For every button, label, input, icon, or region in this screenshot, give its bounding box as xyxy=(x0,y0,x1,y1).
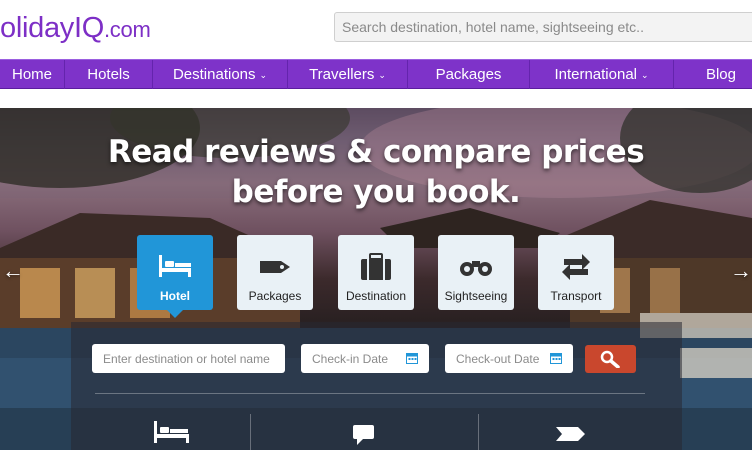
nav-label: Home xyxy=(11,66,52,83)
feature-divider xyxy=(478,414,479,450)
tab-label: Destination xyxy=(345,289,407,303)
headline-line-2: before you book. xyxy=(231,174,521,210)
tab-transport[interactable]: Transport xyxy=(538,235,614,310)
prev-arrow-icon[interactable]: ← xyxy=(2,258,24,284)
nav-item-hotels[interactable]: Hotels xyxy=(65,60,153,89)
tab-label: Transport xyxy=(550,289,602,303)
bed-icon xyxy=(159,255,191,277)
tab-label: Sightseeing xyxy=(444,289,508,303)
nav-label: Blog xyxy=(705,66,736,83)
hero-headline: Read reviews & compare prices before you… xyxy=(0,132,752,212)
calendar-icon[interactable] xyxy=(550,352,562,364)
binoculars-icon xyxy=(460,261,492,276)
nav-item-destinations[interactable]: Destinations ⌄ xyxy=(153,60,288,89)
chevron-down-icon: ⌄ xyxy=(378,70,386,80)
logo-domain-text: .com xyxy=(104,17,151,42)
tab-label: Hotel xyxy=(160,289,190,303)
chevron-down-icon: ⌄ xyxy=(641,70,649,80)
calendar-icon[interactable] xyxy=(406,352,418,364)
speech-bubble-icon xyxy=(353,425,374,445)
destination-input[interactable] xyxy=(92,344,285,373)
nav-label: International xyxy=(554,66,637,83)
hero-banner: Read reviews & compare prices before you… xyxy=(0,108,752,450)
magnifier-icon xyxy=(600,350,620,368)
nav-label: Packages xyxy=(435,66,502,83)
site-logo[interactable]: olidayIQ.com xyxy=(0,12,151,45)
nav-label: Destinations xyxy=(172,66,256,83)
search-submit-button[interactable] xyxy=(585,345,636,373)
tab-sightseeing[interactable]: Sightseeing xyxy=(438,235,514,310)
header-spacer xyxy=(0,89,752,108)
main-nav: Home Hotels Destinations ⌄ Travellers ⌄ Pa… xyxy=(0,59,752,89)
nav-item-packages[interactable]: Packages xyxy=(408,60,530,89)
tab-destination[interactable]: Destination xyxy=(338,235,414,310)
nav-item-home[interactable]: Home xyxy=(0,60,65,89)
nav-label: Travellers xyxy=(309,66,375,83)
suitcase-icon xyxy=(361,253,391,280)
nav-item-international[interactable]: International ⌄ xyxy=(530,60,674,89)
nav-item-blog[interactable]: Blog xyxy=(674,60,752,89)
chevron-down-icon: ⌄ xyxy=(259,70,268,80)
tab-label: Packages xyxy=(248,289,302,303)
nav-item-travellers[interactable]: Travellers ⌄ xyxy=(288,60,408,89)
site-search-input[interactable] xyxy=(334,12,752,42)
site-header: olidayIQ.com xyxy=(0,0,752,58)
tab-packages[interactable]: Packages xyxy=(237,235,313,310)
feature-divider xyxy=(250,414,251,450)
nav-label: Hotels xyxy=(87,66,130,83)
tag-icon xyxy=(556,427,585,441)
swap-arrows-icon xyxy=(562,254,590,280)
panel-divider xyxy=(95,393,645,394)
tag-icon xyxy=(260,261,290,273)
headline-line-1: Read reviews & compare prices xyxy=(107,134,645,170)
logo-main-text: olidayIQ xyxy=(0,12,104,44)
tab-hotel[interactable]: Hotel xyxy=(137,235,213,318)
next-arrow-icon[interactable]: → xyxy=(730,258,752,284)
bed-icon xyxy=(154,421,189,443)
